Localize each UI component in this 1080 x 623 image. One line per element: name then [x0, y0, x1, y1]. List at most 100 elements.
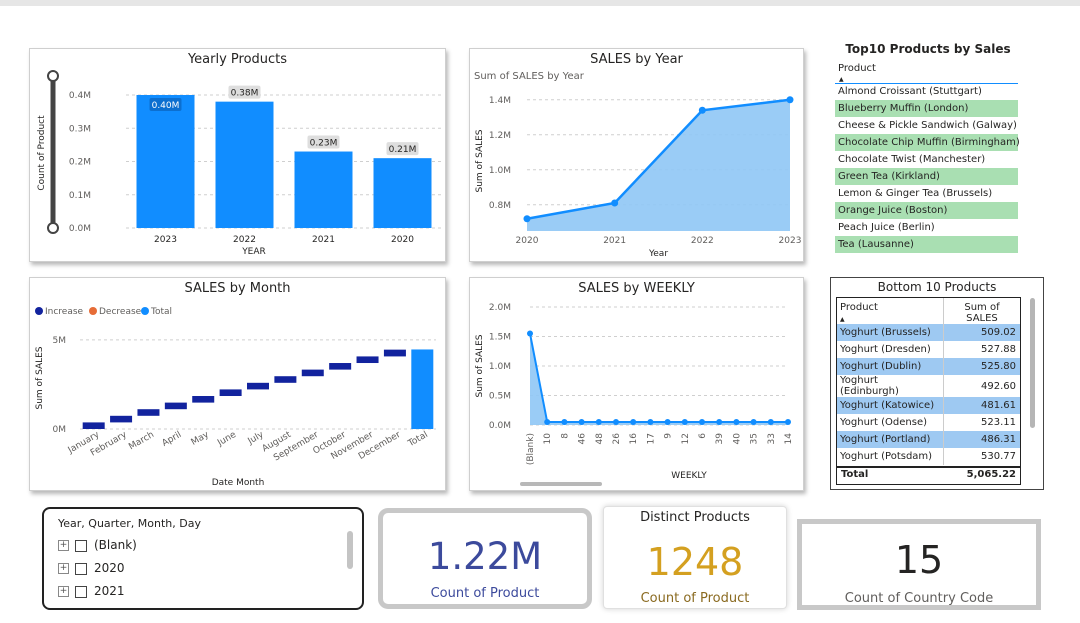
top10-item[interactable]: Tea (Lausanne): [835, 236, 1018, 253]
data-point[interactable]: [785, 419, 791, 426]
top10-item[interactable]: Green Tea (Kirkland): [835, 168, 1018, 185]
bar[interactable]: [192, 396, 215, 403]
bar[interactable]: [215, 101, 274, 228]
slicer-item[interactable]: + (Blank): [58, 536, 137, 554]
y-tick-label: 2.0M: [489, 303, 511, 313]
data-point[interactable]: [527, 330, 533, 337]
table-row[interactable]: Yoghurt (Portland) 486.31: [837, 431, 1020, 448]
bar[interactable]: [82, 422, 105, 429]
x-tick-label: May: [190, 430, 212, 448]
expand-icon[interactable]: +: [58, 563, 69, 574]
checkbox[interactable]: [75, 585, 87, 598]
expand-icon[interactable]: +: [58, 540, 69, 551]
bottom10-scrollbar[interactable]: [1030, 298, 1035, 428]
kpi-distinct-card[interactable]: Distinct Products 1248 Count of Product: [603, 506, 787, 609]
legend-label: Total: [150, 307, 172, 317]
table-row[interactable]: Yoghurt (Edinburgh) 492.60: [837, 375, 1020, 397]
bottom10-sales-cell: 492.60: [981, 380, 1016, 392]
data-point[interactable]: [578, 419, 585, 426]
sales-by-year-card[interactable]: SALES by Year Sum of SALES by Year 0.8M 1…: [469, 48, 804, 262]
top10-item[interactable]: Almond Croissant (Stuttgart): [835, 83, 1018, 100]
sales-by-month-card[interactable]: SALES by Month Increase Decrease Total 0M 5M…: [29, 277, 446, 491]
table-row[interactable]: Yoghurt (Katowice) 481.61: [837, 397, 1020, 414]
expand-icon[interactable]: +: [58, 586, 69, 597]
data-point[interactable]: [699, 419, 705, 426]
data-point[interactable]: [561, 419, 568, 426]
bottom10-product-cell: Yoghurt (Katowice): [837, 397, 944, 414]
range-slider-handle-top[interactable]: [47, 70, 59, 82]
weekly-scrollbar[interactable]: [520, 482, 602, 486]
data-point[interactable]: [595, 419, 602, 426]
data-point[interactable]: [647, 419, 654, 426]
data-point[interactable]: [544, 419, 551, 426]
bar[interactable]: [383, 349, 406, 357]
data-point[interactable]: [630, 419, 637, 426]
bar[interactable]: [329, 363, 352, 370]
bar[interactable]: [219, 389, 242, 397]
table-row[interactable]: Yoghurt (Odense) 523.11: [837, 414, 1020, 431]
bar[interactable]: [373, 158, 432, 228]
top10-item[interactable]: Peach Juice (Berlin): [835, 219, 1018, 236]
table-row[interactable]: Yoghurt (Brussels) 509.02: [837, 324, 1020, 341]
y-tick-label: 1.2M: [489, 131, 511, 141]
top10-item[interactable]: Chocolate Twist (Manchester): [835, 151, 1018, 168]
x-tick-label: 2020: [516, 236, 539, 246]
top10-item[interactable]: Lemon & Ginger Tea (Brussels): [835, 185, 1018, 202]
y-axis-label: Sum of SALES: [475, 129, 485, 192]
bottom10-card[interactable]: Bottom 10 Products Product ▲ Sum of SALE…: [830, 277, 1044, 490]
data-point[interactable]: [664, 419, 671, 426]
legend-marker: [141, 307, 149, 315]
y-tick-label: 0.2M: [69, 158, 91, 168]
table-row[interactable]: Yoghurt (Dresden) 527.88: [837, 341, 1020, 358]
slicer-item[interactable]: +2021: [58, 582, 125, 600]
bottom10-product-cell: Yoghurt (Brussels): [837, 324, 944, 341]
bottom10-col-product[interactable]: Product ▲: [837, 298, 944, 324]
data-point[interactable]: [750, 419, 757, 426]
sales-weekly-card[interactable]: SALES by WEEKLY 0.0M 0.5M 1.0M 1.5M 2.0M Sum …: [469, 277, 804, 491]
sort-ascending-icon[interactable]: ▲: [839, 76, 844, 83]
data-point[interactable]: [698, 106, 706, 114]
x-tick-label: 2023: [779, 236, 802, 246]
top10-products-card[interactable]: Top10 Products by Sales Product ▲ Almond…: [833, 38, 1023, 260]
bar[interactable]: [137, 409, 160, 416]
bottom10-col-sales[interactable]: Sum of SALES: [943, 298, 1020, 324]
bar[interactable]: [247, 382, 269, 390]
bar[interactable]: [110, 415, 133, 423]
top10-item[interactable]: Orange Juice (Boston): [835, 202, 1018, 219]
bottom10-product-cell: Yoghurt (Dresden): [837, 341, 944, 358]
bar[interactable]: [274, 376, 297, 383]
kpi-count-product-card[interactable]: 1.22M Count of Product: [378, 508, 592, 609]
yearly-products-card[interactable]: Yearly Products 0.0M 0.1M 0.2M 0.3M 0.4M Coun…: [29, 48, 446, 262]
bar[interactable]: [294, 151, 353, 228]
bottom10-total-row: Total 5,065.22: [837, 466, 1020, 484]
data-point[interactable]: [786, 96, 794, 104]
top10-item[interactable]: Blueberry Muffin (London): [835, 100, 1018, 117]
top10-header[interactable]: Product: [838, 63, 876, 74]
table-row[interactable]: Yoghurt (Dublin) 525.80: [837, 358, 1020, 375]
kpi-country-card[interactable]: 15 Count of Country Code: [797, 519, 1041, 610]
checkbox[interactable]: [75, 539, 87, 552]
data-point[interactable]: [733, 419, 740, 426]
data-point[interactable]: [716, 419, 723, 426]
checkbox[interactable]: [75, 562, 87, 575]
top10-item[interactable]: Cheese & Pickle Sandwich (Galway): [835, 117, 1018, 134]
data-point[interactable]: [613, 419, 619, 426]
range-slider-handle-bottom[interactable]: [47, 222, 59, 234]
top10-item[interactable]: Chocolate Chip Muffin (Birmingham): [835, 134, 1020, 151]
bar[interactable]: [164, 402, 187, 410]
data-point[interactable]: [523, 215, 531, 223]
x-tick-label: 16: [629, 433, 639, 445]
bar[interactable]: [356, 356, 379, 364]
x-tick-label: (Blank): [526, 433, 536, 465]
data-point[interactable]: [767, 419, 774, 426]
data-point[interactable]: [611, 199, 619, 207]
bar[interactable]: [411, 349, 434, 429]
date-slicer-card[interactable]: Year, Quarter, Month, Day + (Blank) +2020 +…: [42, 507, 364, 610]
bottom10-sales-cell: 525.80: [981, 361, 1016, 372]
bar[interactable]: [136, 95, 195, 228]
slicer-scrollbar[interactable]: [347, 531, 353, 569]
bar[interactable]: [301, 369, 324, 377]
slicer-item[interactable]: +2020: [58, 559, 125, 577]
data-point[interactable]: [681, 419, 688, 426]
table-row[interactable]: Yoghurt (Potsdam) 530.77: [837, 448, 1020, 465]
